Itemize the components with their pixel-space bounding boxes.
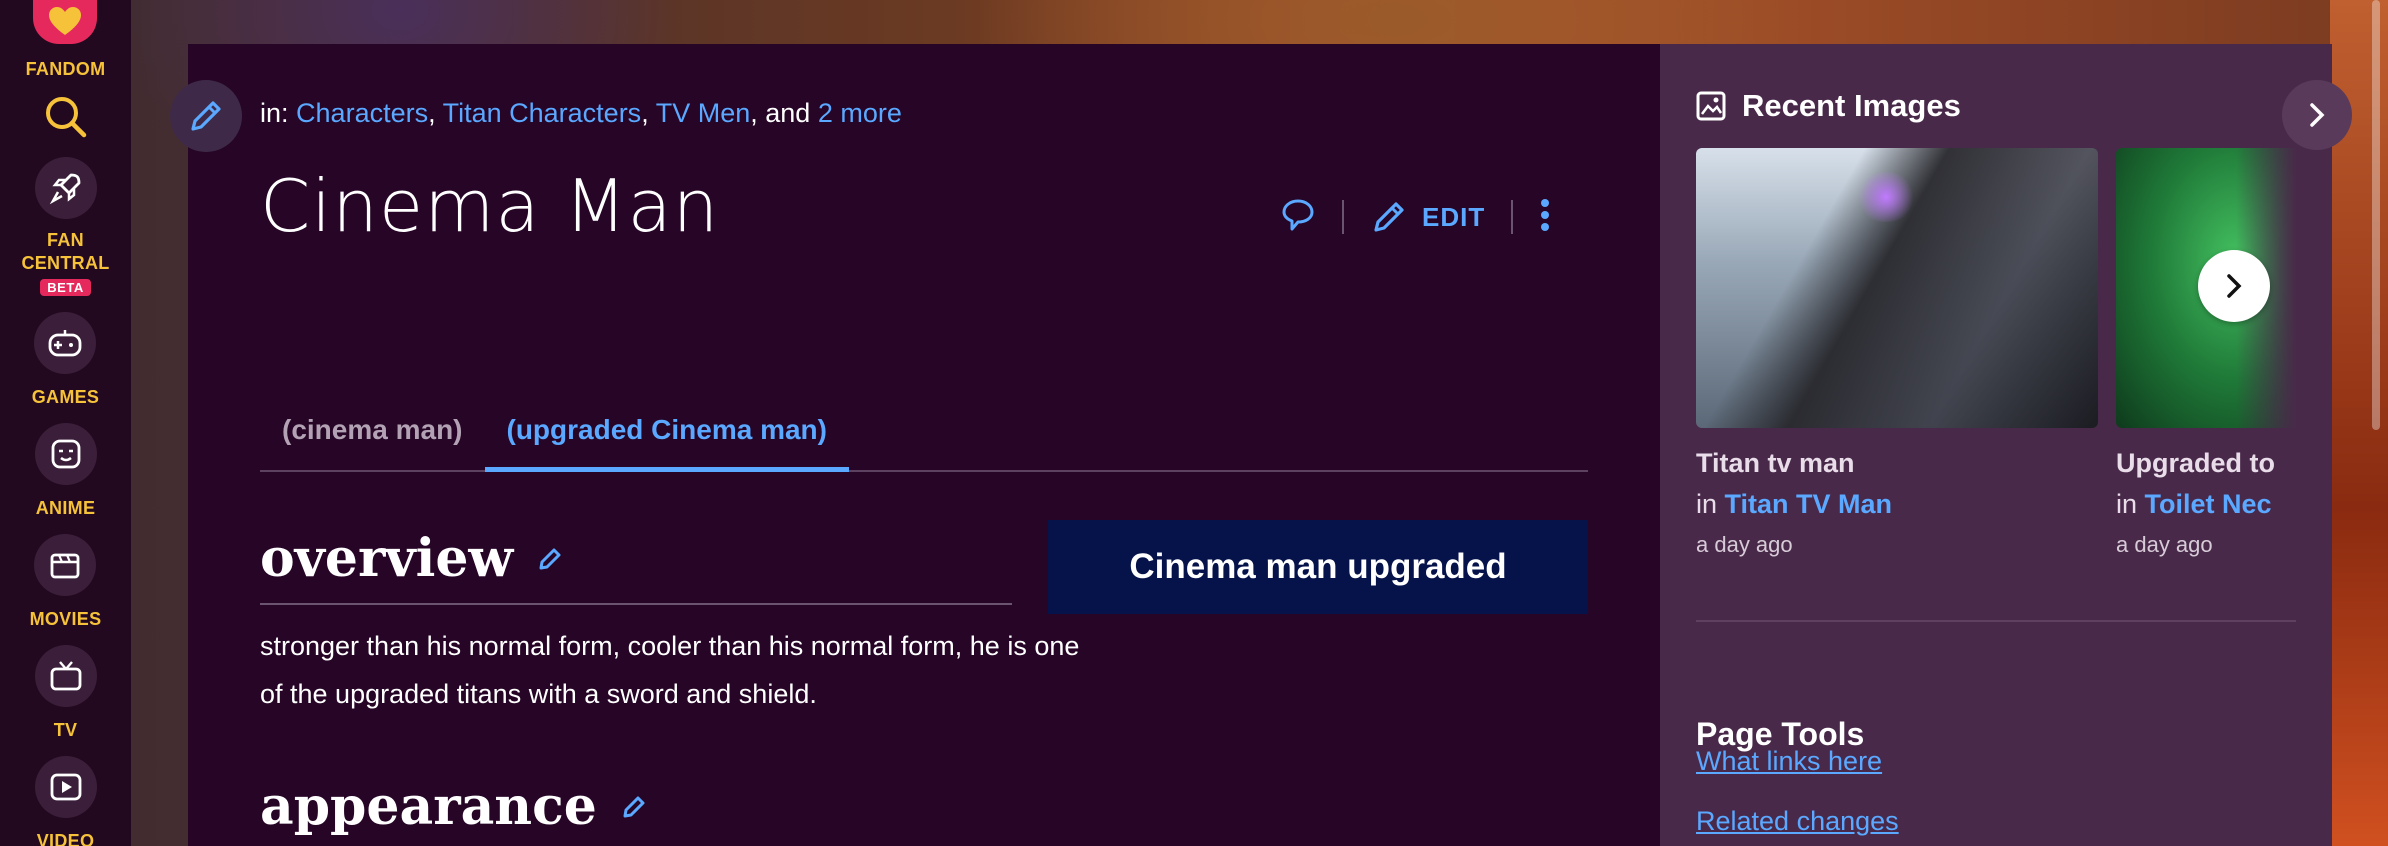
beta-badge: BETA: [40, 279, 91, 296]
search-button[interactable]: [44, 95, 88, 139]
anime-label: ANIME: [35, 498, 96, 518]
fan-central-label-line2: CENTRAL: [21, 253, 110, 273]
recent-image-caption: Upgraded to in Toilet Nec a day ago: [2116, 448, 2296, 558]
speech-bubble-icon: [1282, 199, 1314, 230]
fan-central-button[interactable]: FAN CENTRAL BETA: [21, 157, 109, 296]
section-divider: [260, 603, 1012, 605]
image-time: a day ago: [1696, 532, 1793, 557]
chevron-right-icon: [2227, 274, 2242, 298]
play-icon: [34, 756, 97, 818]
action-divider: [1342, 200, 1344, 234]
image-title[interactable]: Titan tv man: [1696, 448, 1892, 479]
fan-central-label: FAN CENTRAL: [21, 229, 109, 275]
search-icon: [45, 97, 86, 138]
fandom-logo[interactable]: FANDOM: [26, 0, 106, 81]
recent-images-header: Recent Images: [1696, 88, 1961, 124]
heart-icon: [33, 0, 98, 44]
section-edit-icon[interactable]: [537, 546, 563, 572]
image-page: in Titan TV Man: [1696, 489, 1892, 520]
section-edit-icon[interactable]: [621, 794, 647, 820]
anime-face-icon: [34, 423, 97, 485]
clapperboard-icon: [34, 534, 97, 596]
related-changes-link[interactable]: Related changes: [1696, 806, 1899, 837]
overview-heading-text: overview: [260, 528, 514, 589]
what-links-here-link[interactable]: What links here: [1696, 746, 1882, 777]
pencil-icon: [1374, 202, 1404, 232]
movies-button[interactable]: MOVIES: [30, 534, 102, 631]
fandom-label: FANDOM: [25, 59, 106, 79]
more-actions-button[interactable]: [1539, 196, 1551, 239]
infobox-title: Cinema man upgraded: [1048, 520, 1588, 614]
rocket-icon: [34, 157, 97, 219]
overview-text: stronger than his normal form, cooler th…: [260, 631, 1080, 709]
tab-cinema-man[interactable]: (cinema man): [260, 400, 485, 472]
categories-and: and: [765, 98, 811, 128]
chevron-right-icon: [2310, 103, 2325, 127]
page-title: Cinema Man: [260, 164, 720, 248]
pencil-icon: [191, 101, 221, 131]
edit-label: EDIT: [1422, 201, 1486, 232]
thumbnail-glow: [1856, 172, 1916, 222]
gamepad-icon: [34, 312, 97, 374]
games-label: GAMES: [31, 387, 100, 407]
image-in-label: in: [2116, 489, 2138, 519]
anime-button[interactable]: ANIME: [34, 423, 97, 520]
categories-more-link[interactable]: 2 more: [818, 98, 902, 128]
category-separator: ,: [750, 98, 766, 128]
page-scrollbar[interactable]: [2372, 0, 2380, 430]
video-label: VIDEO: [36, 831, 95, 846]
quick-edit-button[interactable]: [170, 80, 242, 152]
tab-upgraded-cinema-man[interactable]: (upgraded Cinema man): [484, 400, 849, 472]
appearance-heading: appearance: [260, 776, 647, 837]
recent-images-title: Recent Images: [1742, 88, 1961, 123]
appearance-heading-text: appearance: [260, 776, 597, 837]
movies-label: MOVIES: [29, 609, 102, 629]
category-link[interactable]: TV Men: [656, 98, 751, 128]
fan-central-label-line1: FAN: [47, 230, 84, 250]
category-link[interactable]: Titan Characters: [443, 98, 642, 128]
recent-image-caption: Titan tv man in Titan TV Man a day ago: [1696, 448, 1892, 558]
image-title[interactable]: Upgraded to: [2116, 448, 2296, 479]
kebab-menu-icon: [1541, 198, 1550, 231]
overview-heading: overview: [260, 528, 563, 589]
games-button[interactable]: GAMES: [32, 312, 100, 409]
article-tabs: (cinema man) (upgraded Cinema man): [260, 400, 1588, 472]
image-page-link[interactable]: Toilet Nec: [2145, 489, 2272, 519]
rail-collapse-button[interactable]: [2282, 80, 2352, 150]
category-separator: ,: [428, 98, 443, 128]
image-time: a day ago: [2116, 532, 2213, 557]
tv-button[interactable]: TV: [34, 645, 97, 742]
video-button[interactable]: VIDEO: [34, 756, 97, 846]
edit-button[interactable]: EDIT: [1370, 198, 1485, 236]
image-icon: [1696, 91, 1726, 121]
category-link[interactable]: Characters: [296, 98, 428, 128]
action-divider: [1511, 200, 1514, 234]
page-actions: EDIT: [1280, 194, 1551, 240]
image-page: in Toilet Nec: [2116, 489, 2296, 520]
tv-label: TV: [53, 720, 78, 740]
image-in-label: in: [1696, 489, 1718, 519]
category-separator: ,: [641, 98, 656, 128]
categories-prefix: in:: [260, 98, 289, 128]
talk-button[interactable]: [1280, 197, 1316, 238]
recent-image-thumbnail[interactable]: [1696, 148, 2098, 428]
tv-icon: [34, 645, 97, 707]
image-page-link[interactable]: Titan TV Man: [1725, 489, 1893, 519]
category-list: in: Characters, Titan Characters, TV Men…: [260, 98, 902, 129]
carousel-next-button[interactable]: [2198, 250, 2270, 322]
rail-divider: [1696, 620, 2296, 622]
global-nav: FANDOM FAN CENTRAL BETA GAMES ANIME MOVI…: [0, 0, 131, 846]
right-rail: Recent Images Titan tv man in Titan TV M…: [1660, 44, 2332, 846]
